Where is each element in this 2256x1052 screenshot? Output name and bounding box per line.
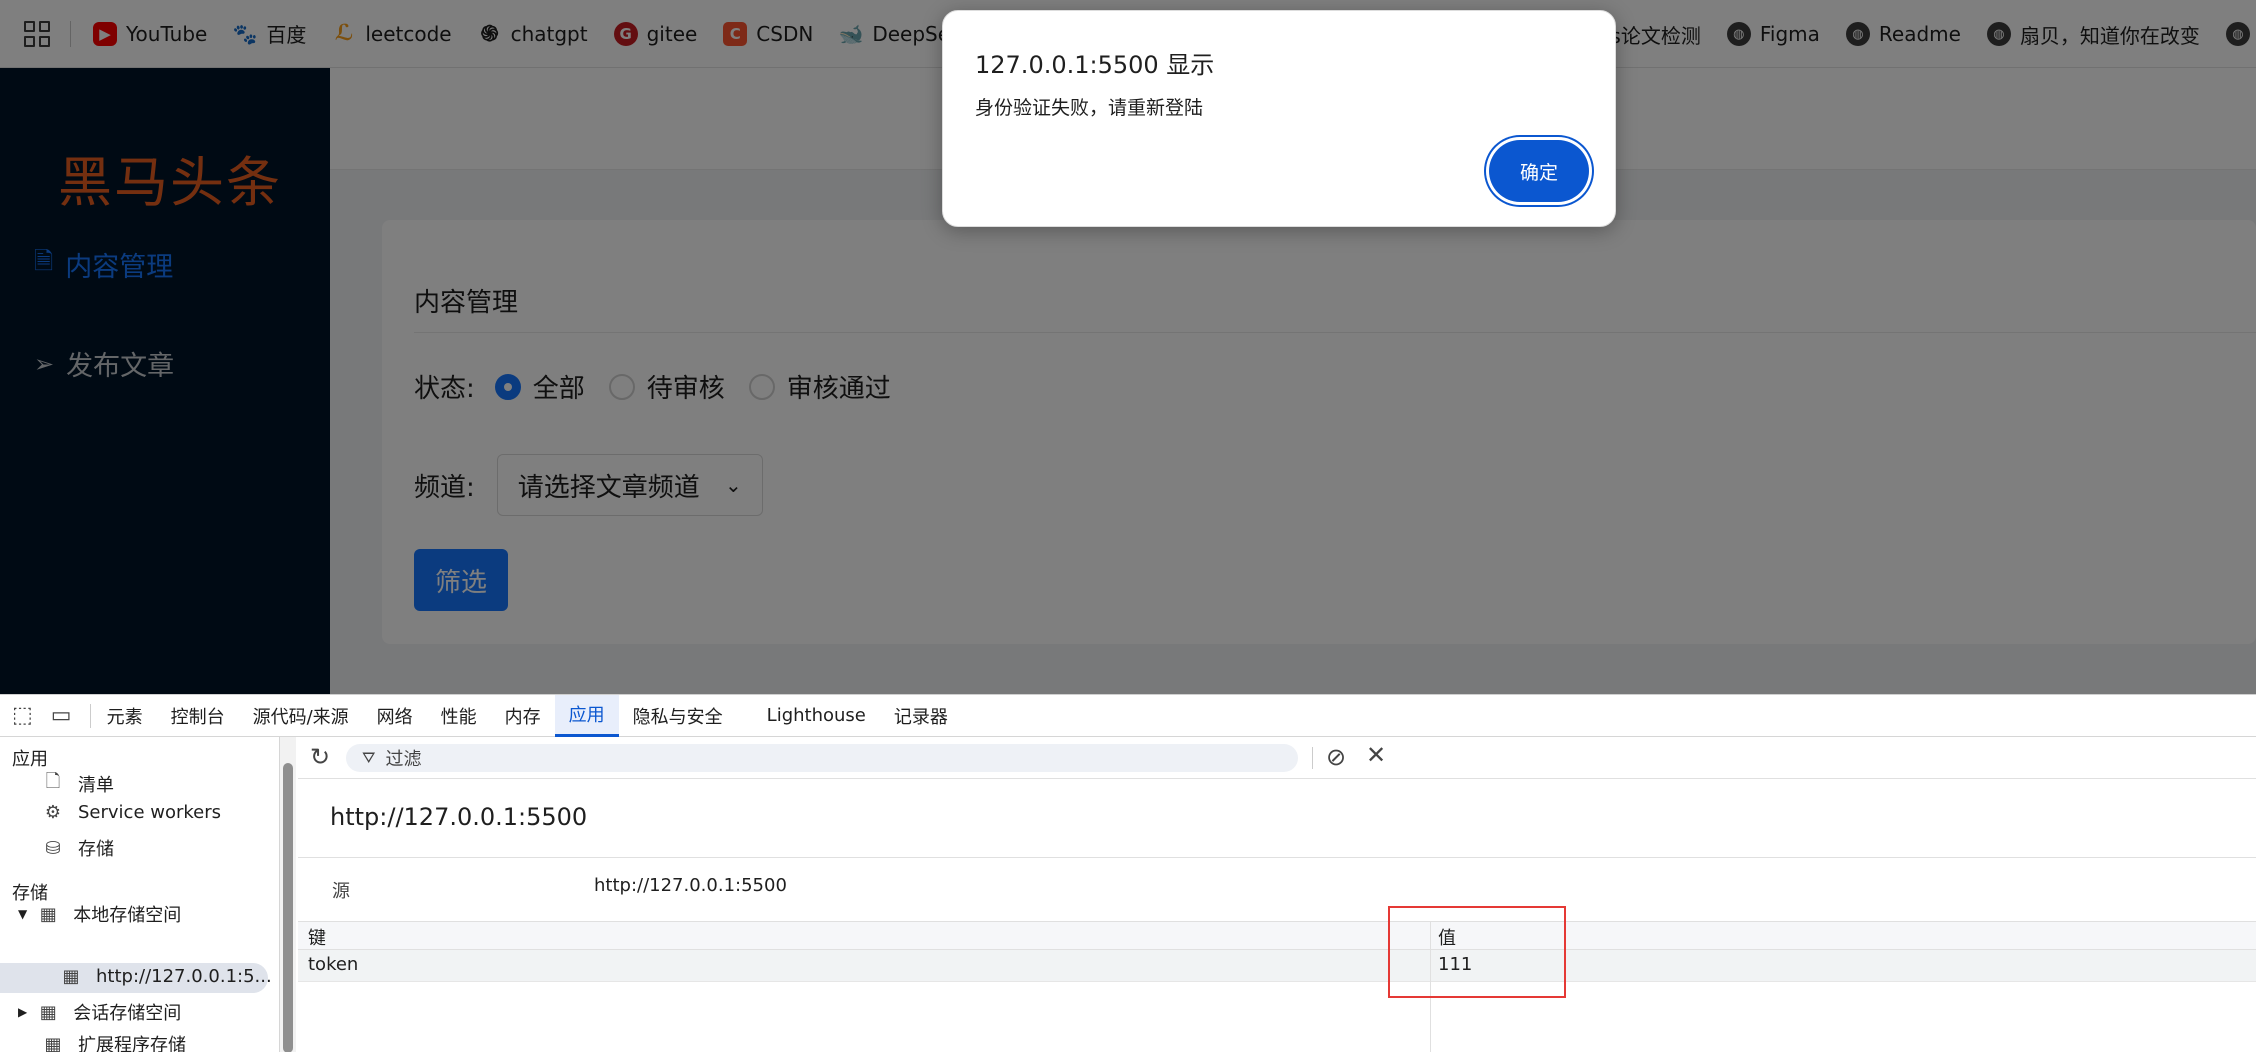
tab-performance[interactable]: 性能 (441, 695, 477, 737)
devtools-tabbar: ⬚ ▭ 元素 控制台 源代码/来源 网络 性能 内存 应用 隐私与安全 Ligh… (0, 694, 2256, 737)
table-icon: ▦ (44, 1033, 62, 1052)
table-header: 键 值 (298, 922, 2256, 950)
origin-title: http://127.0.0.1:5500 (330, 803, 588, 831)
sidebar-item-extension-storage[interactable]: ▦ 扩展程序存储 (42, 1031, 186, 1052)
tab-network[interactable]: 网络 (377, 695, 413, 737)
sidebar-item-label: 本地存储空间 (73, 905, 182, 926)
devtools-panel: ⬚ ▭ 元素 控制台 源代码/来源 网络 性能 内存 应用 隐私与安全 Ligh… (0, 694, 2256, 1052)
sidebar-item-label: 会话存储空间 (73, 1003, 182, 1024)
section-application: 应用 (12, 749, 48, 770)
sidebar-item-local-origin[interactable]: ▦ http://127.0.0.1:5... (60, 966, 272, 987)
tab-memory[interactable]: 内存 (505, 695, 541, 737)
sidebar-item-storage[interactable]: ⛁ 存储 (42, 835, 114, 861)
filter-placeholder: 过滤 (385, 749, 422, 770)
storage-viewer: ↻ ⛛ 过滤 ⊘ ✕ http://127.0.0.1:5500 源 http:… (298, 737, 2256, 1052)
close-icon[interactable]: ✕ (1366, 741, 1386, 769)
dialog-message: 身份验证失败，请重新登陆 (975, 97, 1204, 119)
filter-icon: ⛛ (362, 748, 376, 767)
table-row[interactable]: token 111 (298, 950, 2256, 982)
gears-icon: ⚙ (44, 802, 62, 823)
sidebar-item-local-storage[interactable]: ▼ ▦ 本地存储空间 (18, 901, 181, 927)
source-value: http://127.0.0.1:5500 (594, 875, 787, 896)
filter-input[interactable]: ⛛ 过滤 (346, 744, 1298, 772)
refresh-icon[interactable]: ↻ (310, 743, 330, 771)
cell-key[interactable]: token (308, 954, 358, 975)
sidebar-item-label: Service workers (78, 802, 222, 823)
sidebar-item-session-storage[interactable]: ▶ ▦ 会话存储空间 (18, 999, 181, 1025)
toolbar-divider (1312, 747, 1313, 769)
table-icon: ▦ (62, 966, 80, 987)
sidebar-item-label: 扩展程序存储 (78, 1035, 186, 1052)
tab-console[interactable]: 控制台 (171, 695, 225, 737)
file-icon: 🗋 (45, 771, 61, 792)
dialog-title: 127.0.0.1:5500 显示 (975, 51, 1215, 79)
tab-lighthouse[interactable]: Lighthouse (767, 695, 866, 737)
application-sidebar: 应用 🗋 清单 ⚙ Service workers ⛁ 存储 存储 ▼ ▦ 本地存储空间 … (0, 737, 280, 1052)
table-icon: ▦ (39, 1001, 57, 1023)
origin-divider (298, 857, 2256, 858)
toolbar-divider (89, 703, 91, 728)
sidebar-item-label: 存储 (78, 839, 114, 860)
caret-right-icon: ▶ (18, 1005, 28, 1019)
tab-sources[interactable]: 源代码/来源 (253, 695, 349, 737)
tab-elements[interactable]: 元素 (107, 695, 143, 737)
column-header-key[interactable]: 键 (308, 924, 326, 950)
sidebar-scroll-thumb[interactable] (283, 763, 293, 1052)
sidebar-item-label: 清单 (78, 775, 114, 796)
device-toolbar-icon[interactable]: ▭ (51, 703, 72, 728)
sidebar-item-label: http://127.0.0.1:5... (96, 966, 272, 987)
tab-privacy-security[interactable]: 隐私与安全 (633, 695, 723, 737)
tab-application[interactable]: 应用 (554, 694, 619, 737)
alert-dialog: 127.0.0.1:5500 显示 身份验证失败，请重新登陆 确定 (942, 10, 1616, 227)
storage-toolbar: ↻ ⛛ 过滤 ⊘ ✕ (298, 737, 2256, 779)
storage-table: 键 值 token 111 (298, 921, 2256, 1052)
clear-all-icon[interactable]: ⊘ (1326, 743, 1346, 771)
tab-recorder[interactable]: 记录器 (894, 695, 948, 737)
sidebar-item-manifest[interactable]: 🗋 清单 (42, 769, 114, 799)
inspect-element-icon[interactable]: ⬚ (12, 703, 33, 728)
annotation-highlight-box (1388, 906, 1566, 998)
sidebar-item-service-workers[interactable]: ⚙ Service workers (42, 802, 221, 823)
database-icon: ⛁ (45, 837, 61, 859)
source-label: 源 (332, 881, 350, 902)
table-icon: ▦ (39, 903, 57, 925)
ok-button[interactable]: 确定 (1489, 140, 1589, 202)
caret-down-icon: ▼ (18, 907, 28, 921)
